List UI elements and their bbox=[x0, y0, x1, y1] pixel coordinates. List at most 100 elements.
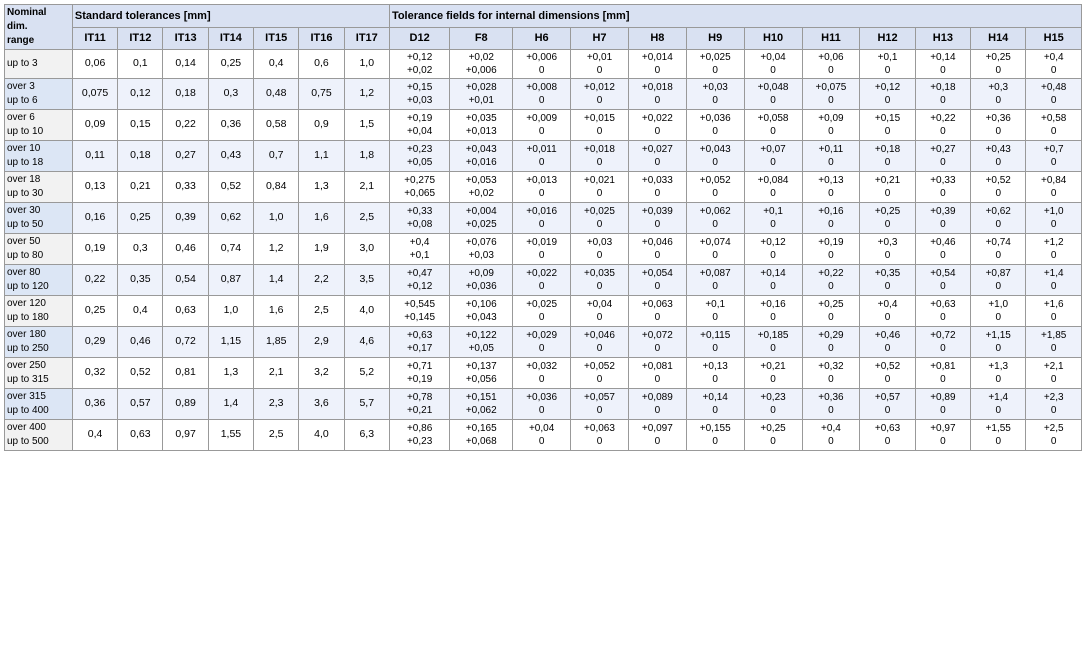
it-value: 0,22 bbox=[72, 265, 117, 296]
header-h10: H10 bbox=[744, 27, 802, 50]
h13-value: +0,140 bbox=[915, 50, 970, 79]
it-value: 0,4 bbox=[254, 50, 299, 79]
h13-value: +0,720 bbox=[915, 327, 970, 358]
it-value: 0,72 bbox=[163, 327, 208, 358]
h7-value: +0,0180 bbox=[571, 141, 629, 172]
h14-value: +0,740 bbox=[971, 234, 1026, 265]
h6-value: +0,0360 bbox=[513, 389, 571, 420]
it-value: 0,46 bbox=[163, 234, 208, 265]
it-value: 6,3 bbox=[344, 420, 389, 451]
dim-range-cell: over 180up to 250 bbox=[5, 327, 73, 358]
header-f8: F8 bbox=[450, 27, 513, 50]
h10-value: +0,1850 bbox=[744, 327, 802, 358]
it-value: 1,85 bbox=[254, 327, 299, 358]
it-value: 1,5 bbox=[344, 110, 389, 141]
h9-value: +0,1150 bbox=[686, 327, 744, 358]
h14-value: +0,250 bbox=[971, 50, 1026, 79]
it-value: 0,12 bbox=[118, 79, 163, 110]
it-value: 0,13 bbox=[72, 172, 117, 203]
h6-value: +0,0220 bbox=[513, 265, 571, 296]
dim-range-cell: over 250up to 315 bbox=[5, 358, 73, 389]
it-value: 0,33 bbox=[163, 172, 208, 203]
table-row: over 10up to 180,110,180,270,430,71,11,8… bbox=[5, 141, 1082, 172]
h15-value: +0,580 bbox=[1026, 110, 1082, 141]
table-row: over 3up to 60,0750,120,180,30,480,751,2… bbox=[5, 79, 1082, 110]
it-value: 1,6 bbox=[254, 296, 299, 327]
it-value: 0,89 bbox=[163, 389, 208, 420]
table-row: over 250up to 3150,320,520,811,32,13,25,… bbox=[5, 358, 1082, 389]
h9-value: +0,0740 bbox=[686, 234, 744, 265]
it-value: 0,25 bbox=[72, 296, 117, 327]
d12-value: +0,23+0,05 bbox=[389, 141, 449, 172]
it-value: 0,4 bbox=[72, 420, 117, 451]
h14-value: +0,620 bbox=[971, 203, 1026, 234]
h10-value: +0,0480 bbox=[744, 79, 802, 110]
dim-range-cell: over 18up to 30 bbox=[5, 172, 73, 203]
h8-value: +0,0810 bbox=[628, 358, 686, 389]
h6-value: +0,0110 bbox=[513, 141, 571, 172]
it-value: 0,48 bbox=[254, 79, 299, 110]
f8-value: +0,165+0,068 bbox=[450, 420, 513, 451]
it-value: 2,5 bbox=[299, 296, 344, 327]
h10-value: +0,160 bbox=[744, 296, 802, 327]
dim-range-cell: over 10up to 18 bbox=[5, 141, 73, 172]
header-it17: IT17 bbox=[344, 27, 389, 50]
it-value: 0,63 bbox=[118, 420, 163, 451]
it-value: 0,16 bbox=[72, 203, 117, 234]
it-value: 0,35 bbox=[118, 265, 163, 296]
it-value: 0,18 bbox=[118, 141, 163, 172]
it-value: 0,1 bbox=[118, 50, 163, 79]
h12-value: +0,210 bbox=[860, 172, 915, 203]
h6-value: +0,0080 bbox=[513, 79, 571, 110]
h6-value: +0,0250 bbox=[513, 296, 571, 327]
h12-value: +0,40 bbox=[860, 296, 915, 327]
it-value: 4,0 bbox=[299, 420, 344, 451]
it-value: 0,19 bbox=[72, 234, 117, 265]
d12-value: +0,86+0,23 bbox=[389, 420, 449, 451]
header-dim-range: Nominaldim.range bbox=[5, 5, 73, 50]
it-value: 0,57 bbox=[118, 389, 163, 420]
f8-value: +0,035+0,013 bbox=[450, 110, 513, 141]
h10-value: +0,070 bbox=[744, 141, 802, 172]
it-value: 0,27 bbox=[163, 141, 208, 172]
header-standard-tolerances: Standard tolerances [mm] bbox=[72, 5, 389, 28]
h15-value: +1,40 bbox=[1026, 265, 1082, 296]
h8-value: +0,0330 bbox=[628, 172, 686, 203]
h10-value: +0,0840 bbox=[744, 172, 802, 203]
h15-value: +1,00 bbox=[1026, 203, 1082, 234]
d12-value: +0,15+0,03 bbox=[389, 79, 449, 110]
h12-value: +0,630 bbox=[860, 420, 915, 451]
h9-value: +0,0520 bbox=[686, 172, 744, 203]
it-value: 0,3 bbox=[208, 79, 253, 110]
h7-value: +0,0250 bbox=[571, 203, 629, 234]
d12-value: +0,12+0,02 bbox=[389, 50, 449, 79]
h11-value: +0,40 bbox=[802, 420, 860, 451]
it-value: 0,11 bbox=[72, 141, 117, 172]
table-row: over 80up to 1200,220,350,540,871,42,23,… bbox=[5, 265, 1082, 296]
header-it13: IT13 bbox=[163, 27, 208, 50]
h7-value: +0,0630 bbox=[571, 420, 629, 451]
it-value: 0,52 bbox=[118, 358, 163, 389]
it-value: 0,58 bbox=[254, 110, 299, 141]
table-row: over 30up to 500,160,250,390,621,01,62,5… bbox=[5, 203, 1082, 234]
h12-value: +0,10 bbox=[860, 50, 915, 79]
h9-value: +0,0870 bbox=[686, 265, 744, 296]
h7-value: +0,040 bbox=[571, 296, 629, 327]
h8-value: +0,0390 bbox=[628, 203, 686, 234]
table-row: over 315up to 4000,360,570,891,42,33,65,… bbox=[5, 389, 1082, 420]
f8-value: +0,028+0,01 bbox=[450, 79, 513, 110]
h7-value: +0,0520 bbox=[571, 358, 629, 389]
h8-value: +0,0630 bbox=[628, 296, 686, 327]
h8-value: +0,0970 bbox=[628, 420, 686, 451]
d12-value: +0,71+0,19 bbox=[389, 358, 449, 389]
h15-value: +2,50 bbox=[1026, 420, 1082, 451]
h7-value: +0,010 bbox=[571, 50, 629, 79]
header-h14: H14 bbox=[971, 27, 1026, 50]
it-value: 5,2 bbox=[344, 358, 389, 389]
h15-value: +2,10 bbox=[1026, 358, 1082, 389]
d12-value: +0,4+0,1 bbox=[389, 234, 449, 265]
h13-value: +0,460 bbox=[915, 234, 970, 265]
h14-value: +0,360 bbox=[971, 110, 1026, 141]
h10-value: +0,0580 bbox=[744, 110, 802, 141]
it-value: 0,25 bbox=[208, 50, 253, 79]
